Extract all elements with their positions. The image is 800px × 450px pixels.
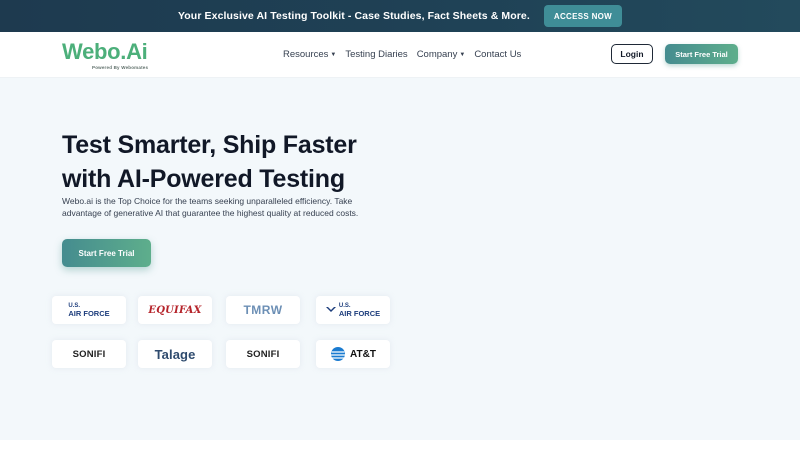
nav-label: Company	[416, 49, 458, 60]
logo-text: SONIFI	[72, 348, 106, 360]
nav-label: Resources	[283, 49, 329, 60]
start-free-trial-hero-button[interactable]: Start Free Trial	[62, 239, 151, 267]
logo-text: AIR FORCE	[338, 309, 381, 318]
nav-item-testing-diaries[interactable]: Testing Diaries	[345, 49, 407, 60]
client-logo-us-air-force: U.S. AIR FORCE	[52, 296, 126, 324]
nav-label: Contact Us	[474, 49, 522, 60]
client-logo-att: AT&T	[316, 340, 390, 368]
logo-text: Talage	[154, 346, 196, 362]
air-force-wing-icon	[325, 307, 336, 312]
site-header: Webo.Ai Powered By Webomates Resources ▼…	[0, 32, 800, 78]
logo-tagline: Powered By Webomates	[92, 65, 149, 70]
client-logo-equifax: EQUIFAX	[138, 296, 212, 324]
announcement-text: Your Exclusive AI Testing Toolkit - Case…	[177, 10, 530, 22]
brand-logo[interactable]: Webo.Ai Powered By Webomates	[62, 41, 172, 73]
logo-text: SONIFI	[246, 348, 280, 360]
client-logo-sonifi-2: SONIFI	[226, 340, 300, 368]
client-logo-sonifi: SONIFI	[52, 340, 126, 368]
logo-text: Webo.Ai	[62, 39, 148, 64]
caret-down-icon: ▼	[459, 51, 466, 58]
announcement-bar: Your Exclusive AI Testing Toolkit - Case…	[0, 0, 800, 32]
att-globe-icon	[331, 347, 346, 361]
login-button[interactable]: Login	[611, 44, 653, 64]
nav-item-company[interactable]: Company ▼	[417, 49, 466, 60]
nav-item-contact-us[interactable]: Contact Us	[474, 49, 521, 60]
main-nav: Resources ▼ Testing Diaries Company ▼ Co…	[283, 49, 521, 60]
hero-section: Test Smarter, Ship Faster with AI-Powere…	[0, 78, 800, 440]
client-logo-us-air-force-wing: U.S. AIR FORCE	[316, 296, 390, 324]
access-now-button[interactable]: ACCESS NOW	[543, 5, 623, 27]
client-logo-talage: Talage	[138, 340, 212, 368]
logo-text: TMRW	[243, 303, 283, 317]
client-logo-tmrw: TMRW	[226, 296, 300, 324]
nav-item-resources[interactable]: Resources ▼	[283, 49, 336, 60]
logo-text: AIR FORCE	[68, 309, 110, 318]
hero-subtitle: Webo.ai is the Top Choice for the teams …	[62, 196, 359, 218]
hero-title: Test Smarter, Ship Faster with AI-Powere…	[62, 131, 357, 193]
logo-text: EQUIFAX	[148, 304, 202, 316]
caret-down-icon: ▼	[330, 51, 337, 58]
start-free-trial-header-button[interactable]: Start Free Trial	[665, 44, 738, 64]
logo-text: AT&T	[350, 348, 376, 360]
nav-label: Testing Diaries	[345, 49, 408, 60]
